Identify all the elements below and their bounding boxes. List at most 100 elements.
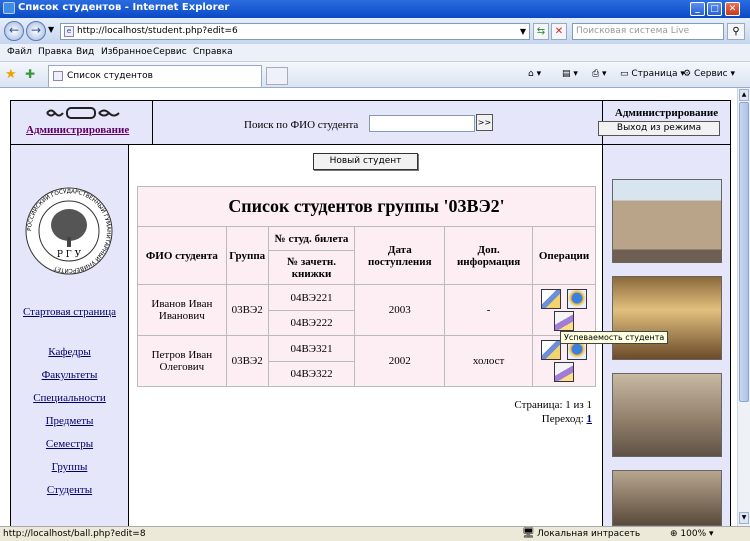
col-header-name: ФИО студента <box>137 226 227 285</box>
new-tab-button[interactable] <box>266 67 288 85</box>
cell-record-book: 04ВЭ322 <box>267 361 356 387</box>
cell-group: 03ВЭ2 <box>225 284 269 336</box>
print-icon[interactable]: ⎙ ▾ <box>592 69 607 79</box>
cell-ticket: 04ВЭ321 <box>267 335 356 362</box>
url-text: http://localhost/student.php?edit=6 <box>77 26 238 36</box>
seal-letters: Р Г У <box>57 250 82 260</box>
menu-help[interactable]: Справка <box>193 47 233 57</box>
admin-link[interactable]: Администрирование <box>26 124 129 136</box>
photo-entrance <box>612 470 722 526</box>
back-button[interactable]: ← <box>4 21 24 41</box>
site-logo-icon <box>46 107 120 119</box>
university-seal-icon: РОССИЙСКИЙ ГОСУДАРСТВЕННЫЙ ГУМАНИТАРНЫЙ … <box>25 187 113 275</box>
search-icon[interactable]: ⚲ <box>727 23 745 40</box>
tab-label: Список студентов <box>67 71 153 81</box>
sidebar-item-departments[interactable]: Кафедры <box>11 346 128 358</box>
col-header-ticket: № студ. билета <box>267 226 356 251</box>
menu-edit[interactable]: Правка <box>38 47 72 57</box>
vertical-scrollbar[interactable]: ▲ ▼ <box>737 88 750 526</box>
edit-student-icon[interactable] <box>540 340 561 360</box>
ie-icon <box>3 2 15 14</box>
home-icon[interactable]: ⌂ ▾ <box>528 69 541 79</box>
tools-menu-label: Сервис <box>693 69 728 79</box>
window-title: Список студентов - Internet Explorer <box>18 2 230 13</box>
forward-button[interactable]: → <box>26 21 46 41</box>
header-admin-cell: Администрирование Выход из режима <box>598 100 731 145</box>
page-menu[interactable]: ▭ Страница ▾ <box>620 69 685 79</box>
table-row: Петров Иван Олегович 03ВЭ2 04ВЭ321 2002 … <box>137 335 596 387</box>
title-bar: Список студентов - Internet Explorer _ □… <box>0 0 750 18</box>
col-header-record-book: № зачетн. книжки <box>267 250 356 285</box>
table-row: Иванов Иван Иванович 03ВЭ2 04ВЭ221 2003 … <box>137 284 596 336</box>
sidebar-item-home[interactable]: Стартовая страница <box>11 306 128 318</box>
photo-hall <box>612 373 722 457</box>
pager-goto-label: Переход: <box>541 413 584 425</box>
scroll-up-icon[interactable]: ▲ <box>739 89 749 101</box>
page-menu-label: Страница <box>631 69 678 79</box>
zoom-control[interactable]: ⊕ 100% ▾ <box>670 529 714 539</box>
tools-menu[interactable]: ⚙ Сервис ▾ <box>683 69 735 79</box>
scroll-thumb[interactable] <box>739 102 749 402</box>
pager-page-text: Страница: 1 из 1 <box>514 399 592 411</box>
col-header-info: Доп. информация <box>444 226 534 285</box>
cell-year: 2003 <box>354 284 446 336</box>
sidebar-item-subjects[interactable]: Предметы <box>11 415 128 427</box>
col-header-group: Группа <box>225 226 269 285</box>
feeds-icon[interactable]: ▤ ▾ <box>562 69 578 79</box>
search-engine-placeholder: Поисковая система Live <box>576 26 690 36</box>
menu-file[interactable]: Файл <box>7 47 32 57</box>
edit-student-icon[interactable] <box>540 289 561 309</box>
student-info-icon[interactable] <box>567 289 588 309</box>
cell-year: 2002 <box>354 335 446 387</box>
student-search-input[interactable] <box>369 115 475 132</box>
minimize-button[interactable]: _ <box>690 2 705 16</box>
menu-bar: Файл Правка Вид Избранное Сервис Справка <box>0 44 750 62</box>
tooltip: Успеваемость студента <box>560 331 669 344</box>
address-bar: ← → ▼ e http://localhost/student.php?edi… <box>0 18 750 44</box>
sidebar-item-semesters[interactable]: Семестры <box>11 438 128 450</box>
status-url: http://localhost/ball.php?edit=8 <box>3 529 146 539</box>
favorites-star-icon[interactable]: ★ <box>5 67 17 82</box>
header-logo-cell: Администрирование <box>10 100 153 145</box>
menu-favorites[interactable]: Избранное <box>101 47 152 57</box>
admin-title: Администрирование <box>614 107 719 119</box>
stop-button[interactable]: ✕ <box>551 23 567 40</box>
close-button[interactable]: ✕ <box>725 2 740 16</box>
cell-info: холост <box>444 335 534 387</box>
sidebar-item-students[interactable]: Студенты <box>11 484 128 496</box>
refresh-button[interactable]: ⇆ <box>533 23 549 40</box>
status-bar: http://localhost/ball.php?edit=8 🖥 Локал… <box>0 526 750 541</box>
page-icon: e <box>64 26 74 37</box>
sidebar-item-specialties[interactable]: Специальности <box>11 392 128 404</box>
menu-view[interactable]: Вид <box>76 47 94 57</box>
cell-info: - <box>444 284 534 336</box>
new-student-button[interactable]: Новый студент <box>313 153 418 170</box>
search-engine-field[interactable]: Поисковая система Live <box>572 23 724 40</box>
tab-active[interactable]: Список студентов <box>48 65 262 87</box>
maximize-button[interactable]: □ <box>707 2 722 16</box>
search-submit-button[interactable]: >> <box>476 114 493 131</box>
sidebar-item-groups[interactable]: Группы <box>11 461 128 473</box>
intranet-icon: 🖥 <box>522 528 535 539</box>
pager-page-link[interactable]: 1 <box>587 413 593 425</box>
col-header-year: Дата поступления <box>354 226 446 285</box>
url-field[interactable]: e http://localhost/student.php?edit=6 ▼ <box>60 23 530 40</box>
exit-admin-button[interactable]: Выход из режима <box>598 121 720 136</box>
add-favorites-icon[interactable]: ✚ <box>25 67 35 81</box>
student-grades-icon[interactable] <box>554 311 575 331</box>
cell-group: 03ВЭ2 <box>225 335 269 387</box>
col-header-operations: Операции <box>532 226 596 285</box>
scroll-down-icon[interactable]: ▼ <box>739 512 749 524</box>
search-label: Поиск по ФИО студента <box>244 119 359 131</box>
tab-bar: ★ ✚ Список студентов ⌂ ▾ ▤ ▾ ⎙ ▾ ▭ Стран… <box>0 62 750 88</box>
table-title: Список студентов группы '03ВЭ2' <box>137 186 596 227</box>
history-dropdown-icon[interactable]: ▼ <box>48 25 54 34</box>
cell-name: Иванов Иван Иванович <box>137 284 227 336</box>
menu-tools[interactable]: Сервис <box>153 47 187 57</box>
status-zone: Локальная интрасеть <box>537 529 641 539</box>
student-grades-icon[interactable] <box>554 362 575 382</box>
sidebar-item-faculties[interactable]: Факультеты <box>11 369 128 381</box>
cell-ticket: 04ВЭ221 <box>267 284 356 311</box>
url-dropdown-icon[interactable]: ▼ <box>520 24 526 39</box>
photo-building <box>612 179 722 263</box>
